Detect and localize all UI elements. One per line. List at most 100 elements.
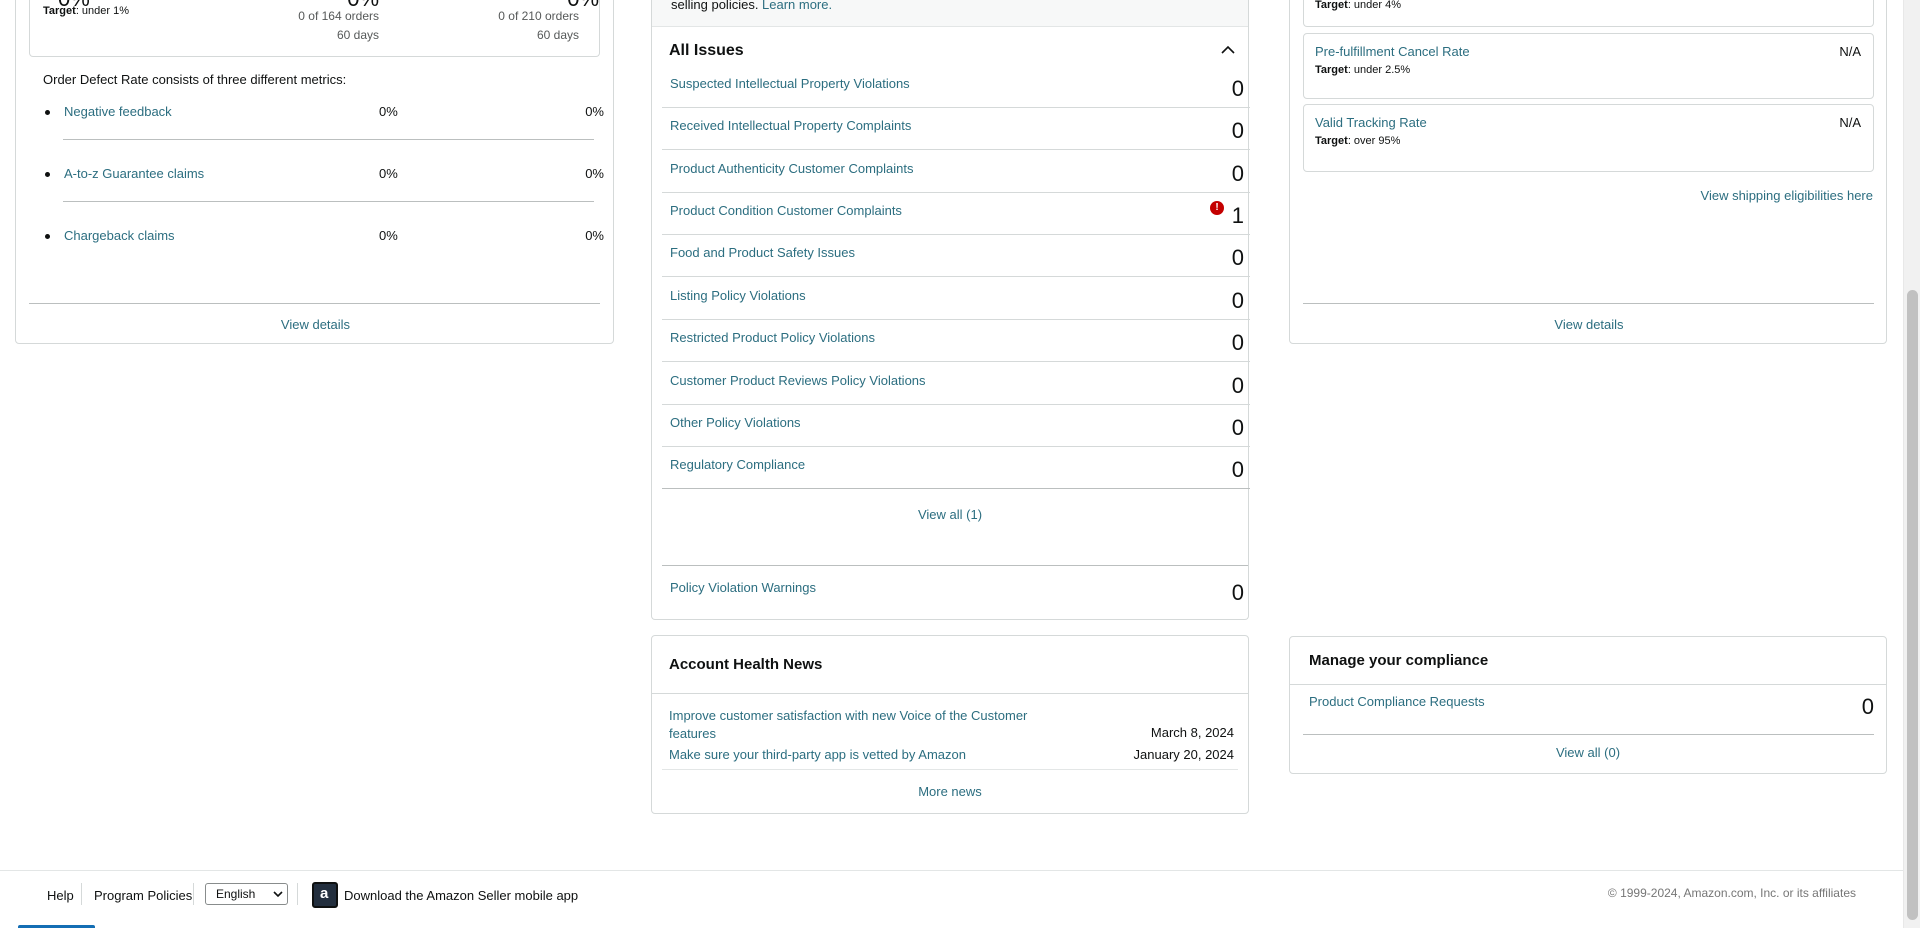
bullet bbox=[45, 172, 50, 177]
issue-row: Listing Policy Violations 0 bbox=[662, 278, 1250, 320]
all-issues-panel: selling policies. Learn more. All Issues… bbox=[651, 0, 1250, 620]
language-value: English bbox=[216, 887, 256, 901]
right-view-details-link[interactable]: View details bbox=[1290, 317, 1888, 332]
issue-count: 0 bbox=[1231, 457, 1244, 482]
news-item-link[interactable]: Improve customer satisfaction with new V… bbox=[669, 707, 1039, 743]
divider bbox=[662, 769, 1238, 770]
learn-more-link[interactable]: Learn more. bbox=[762, 0, 832, 12]
warnings-count: 0 bbox=[1231, 580, 1244, 605]
issue-link-other-policy[interactable]: Other Policy Violations bbox=[670, 415, 801, 430]
divider bbox=[63, 139, 594, 140]
compliance-count: 0 bbox=[1861, 694, 1874, 719]
odr-summary-box: 0% 0% 0% Target: under 1% 0 of 164 order… bbox=[29, 0, 600, 57]
page-footer: Help Program Policies English a Download… bbox=[0, 870, 1903, 928]
policy-violation-warnings-link[interactable]: Policy Violation Warnings bbox=[670, 580, 816, 595]
shipping-performance-panel: Target: under 4% Pre-fulfillment Cancel … bbox=[1289, 0, 1887, 344]
odr-col1-orders: 0 of 164 orders bbox=[298, 9, 379, 23]
metric-value-1: 0% bbox=[379, 228, 398, 243]
divider bbox=[1303, 303, 1874, 304]
news-item-link[interactable]: Make sure your third-party app is vetted… bbox=[669, 747, 966, 762]
divider bbox=[1303, 734, 1874, 735]
left-view-details-link[interactable]: View details bbox=[16, 317, 615, 332]
target-value: : over 95% bbox=[1347, 135, 1401, 147]
odr-intro-text: Order Defect Rate consists of three diff… bbox=[43, 72, 347, 87]
divider bbox=[1290, 684, 1886, 685]
odr-col1-period: 60 days bbox=[336, 28, 379, 42]
download-app-link[interactable]: Download the Amazon Seller mobile app bbox=[344, 888, 578, 903]
separator bbox=[193, 883, 194, 905]
language-select[interactable]: English bbox=[205, 883, 288, 905]
order-defect-rate-panel: 0% 0% 0% Target: under 1% 0 of 164 order… bbox=[15, 0, 614, 344]
issue-row: Restricted Product Policy Violations 0 bbox=[662, 320, 1250, 362]
tracking-rate-box: Valid Tracking Rate N/A Target: over 95% bbox=[1303, 104, 1874, 172]
issue-link-authenticity[interactable]: Product Authenticity Customer Complaints bbox=[670, 161, 914, 176]
more-news-link[interactable]: More news bbox=[652, 784, 1248, 799]
atoz-claims-link[interactable]: A-to-z Guarantee claims bbox=[64, 166, 204, 181]
target-value: : under 2.5% bbox=[1347, 64, 1411, 76]
separator bbox=[81, 883, 82, 905]
manage-compliance-panel: Manage your compliance Product Complianc… bbox=[1289, 636, 1887, 774]
cancel-rate-value: N/A bbox=[1839, 44, 1861, 59]
amazon-seller-app-icon[interactable]: a bbox=[312, 882, 338, 908]
all-issues-title: All Issues bbox=[669, 42, 744, 59]
valid-tracking-rate-link[interactable]: Valid Tracking Rate bbox=[1315, 115, 1427, 130]
vertical-scrollbar[interactable] bbox=[1903, 0, 1920, 928]
issue-link-regulatory[interactable]: Regulatory Compliance bbox=[670, 457, 805, 472]
news-item-date: January 20, 2024 bbox=[1133, 747, 1234, 762]
divider bbox=[63, 201, 594, 202]
compliance-view-all-link[interactable]: View all (0) bbox=[1290, 745, 1886, 760]
odr-col2-period: 60 days bbox=[536, 28, 579, 42]
issue-count: 0 bbox=[1231, 373, 1244, 398]
odr-col2-orders: 0 of 210 orders bbox=[498, 9, 579, 23]
target-label: Target bbox=[1315, 64, 1348, 76]
issue-row: Other Policy Violations 0 bbox=[662, 405, 1250, 447]
policy-intro-text: selling policies. bbox=[671, 0, 759, 12]
chargeback-claims-link[interactable]: Chargeback claims bbox=[64, 228, 175, 243]
metric-value-2: 0% bbox=[585, 166, 604, 181]
negative-feedback-link[interactable]: Negative feedback bbox=[64, 104, 172, 119]
issue-link-reviews-policy[interactable]: Customer Product Reviews Policy Violatio… bbox=[670, 373, 926, 388]
scrollbar-thumb[interactable] bbox=[1907, 290, 1918, 920]
bullet bbox=[45, 234, 50, 239]
metric-value-1: 0% bbox=[379, 166, 398, 181]
issue-row: Regulatory Compliance 0 bbox=[662, 447, 1250, 489]
chevron-up-icon[interactable] bbox=[1221, 45, 1235, 55]
late-shipment-box: Target: under 4% bbox=[1303, 0, 1874, 27]
issue-row: Product Condition Customer Complaints ! … bbox=[662, 193, 1250, 235]
issue-count: 0 bbox=[1231, 161, 1244, 186]
target-label: Target bbox=[1315, 0, 1348, 11]
target-label: Target bbox=[1315, 135, 1348, 147]
metric-value-2: 0% bbox=[585, 228, 604, 243]
chevron-down-icon bbox=[273, 891, 283, 898]
warnings-row: Policy Violation Warnings 0 bbox=[662, 570, 1250, 612]
issue-count: 0 bbox=[1231, 288, 1244, 313]
issue-row: Customer Product Reviews Policy Violatio… bbox=[662, 363, 1250, 405]
metric-value-1: 0% bbox=[379, 104, 398, 119]
shipping-eligibilities-link[interactable]: View shipping eligibilities here bbox=[1701, 188, 1873, 203]
program-policies-link[interactable]: Program Policies bbox=[94, 888, 192, 903]
issue-link-food-safety[interactable]: Food and Product Safety Issues bbox=[670, 245, 855, 260]
issue-link-listing-policy[interactable]: Listing Policy Violations bbox=[670, 288, 806, 303]
divider bbox=[662, 565, 1248, 566]
news-title: Account Health News bbox=[669, 656, 823, 673]
target-value: : under 4% bbox=[1347, 0, 1402, 11]
cancel-rate-link[interactable]: Pre-fulfillment Cancel Rate bbox=[1315, 44, 1470, 59]
issue-count: 0 bbox=[1231, 415, 1244, 440]
issue-row: Suspected Intellectual Property Violatio… bbox=[662, 66, 1250, 108]
issue-count: 1 bbox=[1231, 203, 1244, 228]
issue-link-received-ip[interactable]: Received Intellectual Property Complaint… bbox=[670, 118, 911, 133]
issue-count: 0 bbox=[1231, 118, 1244, 143]
divider bbox=[652, 693, 1248, 694]
target-value: : under 1% bbox=[75, 5, 130, 17]
metric-row-chargeback: Chargeback claims 0% 0% bbox=[45, 228, 604, 248]
tracking-rate-value: N/A bbox=[1839, 115, 1861, 130]
issue-link-restricted-product[interactable]: Restricted Product Policy Violations bbox=[670, 330, 875, 345]
cancel-rate-box: Pre-fulfillment Cancel Rate N/A Target: … bbox=[1303, 33, 1874, 99]
issue-link-suspected-ip[interactable]: Suspected Intellectual Property Violatio… bbox=[670, 76, 910, 91]
issue-link-condition[interactable]: Product Condition Customer Complaints bbox=[670, 203, 902, 218]
help-link[interactable]: Help bbox=[47, 888, 74, 903]
issues-view-all-link[interactable]: View all (1) bbox=[652, 507, 1248, 522]
news-item-date: March 8, 2024 bbox=[1150, 725, 1234, 740]
issue-row: Received Intellectual Property Complaint… bbox=[662, 108, 1250, 150]
product-compliance-requests-link[interactable]: Product Compliance Requests bbox=[1309, 694, 1485, 709]
